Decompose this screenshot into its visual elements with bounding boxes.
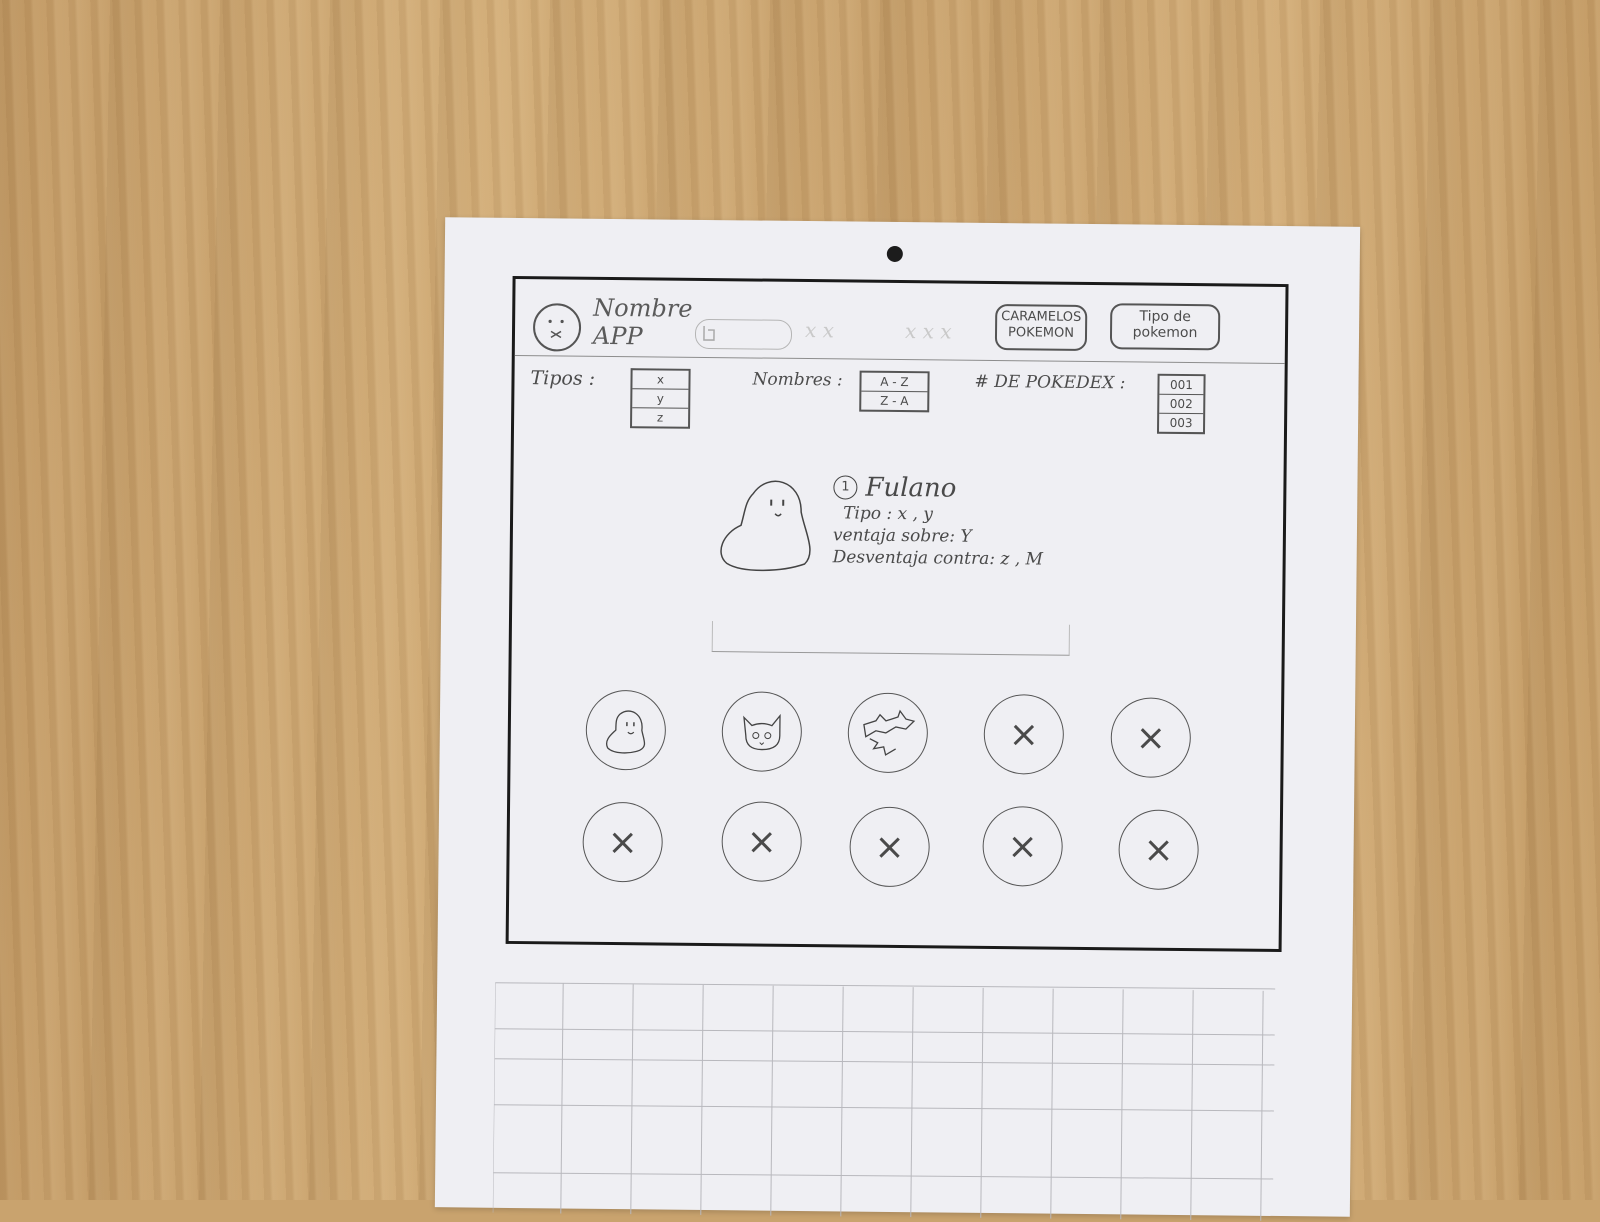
dragon-icon [863,709,916,756]
tipos-option[interactable]: z [632,408,688,427]
header-divider [514,354,1285,365]
tipos-option[interactable]: y [632,389,689,409]
app-logo-icon [532,303,582,352]
pokedex-label: # DE POKEDEX : [974,371,1126,394]
pokemon-grid-item-empty[interactable]: × [982,805,1064,887]
cat-icon [743,713,781,751]
pokemon-grid-item-empty[interactable]: × [849,806,931,888]
pokemon-ventaja: ventaja sobre: Y [832,525,972,547]
pokemon-grid-item-empty[interactable]: × [721,801,803,883]
pokemon-grid-item[interactable] [585,689,667,771]
pokedex-option[interactable]: 003 [1159,414,1203,432]
pokemon-grid-item-empty[interactable]: × [1110,697,1192,779]
app-frame: Nombre APP x x x x x CARAMELOS POKEMON T… [505,275,1289,953]
pokedex-select[interactable]: 001 002 003 [1156,373,1206,435]
pokemon-grid: × × × × × × × [582,689,1206,891]
search-icon [703,325,715,341]
paper-sheet: Nombre APP x x x x x CARAMELOS POKEMON T… [434,217,1361,1221]
nombres-option[interactable]: Z - A [861,392,927,411]
pokedex-number-badge: 1 [833,475,858,500]
paper-flap [711,621,1070,656]
pokemon-detail-text: 1 Fulano Tipo : x , y ventaja sobre: Y De… [833,472,1044,570]
pokemon-grid-item[interactable] [721,691,803,772]
pokedex-option[interactable]: 001 [1159,375,1204,396]
pokedex-option[interactable]: 002 [1159,394,1204,415]
tipos-label: Tipos : [530,367,596,390]
tipos-select[interactable]: x y z [630,368,691,429]
pokemon-tipo: Tipo : x , y [843,503,934,525]
pokemon-desventaja: Desventaja contra: z , M [832,547,1044,570]
caramelos-button[interactable]: CARAMELOS POKEMON [994,304,1088,351]
app-name-line1: Nombre [593,293,693,323]
pokemon-grid-item-empty[interactable]: × [983,693,1065,775]
pokemon-name: Fulano [865,472,957,504]
nombres-select[interactable]: A - Z Z - A [859,370,930,413]
search-input[interactable] [694,318,793,350]
pokemon-grid-item[interactable] [847,692,929,774]
nombres-label: Nombres : [752,369,843,391]
faint-scribble-2: x x x [904,319,952,344]
tipos-option[interactable]: x [632,370,689,390]
pokemon-grid-item-empty[interactable]: × [1118,809,1200,891]
faint-scribble-1: x x [804,318,835,343]
pokemon-grid-item-empty[interactable]: × [582,801,664,883]
app-name-line2: APP [592,321,643,351]
ghost-pokemon-icon [720,480,811,572]
ghost-icon [606,710,646,754]
sketch-table-lines [492,982,1276,1221]
app-name: Nombre APP [593,294,693,351]
tipo-pokemon-button[interactable]: Tipo de pokemon [1109,303,1221,351]
punch-hole [886,245,903,263]
nombres-option[interactable]: A - Z [861,372,928,393]
